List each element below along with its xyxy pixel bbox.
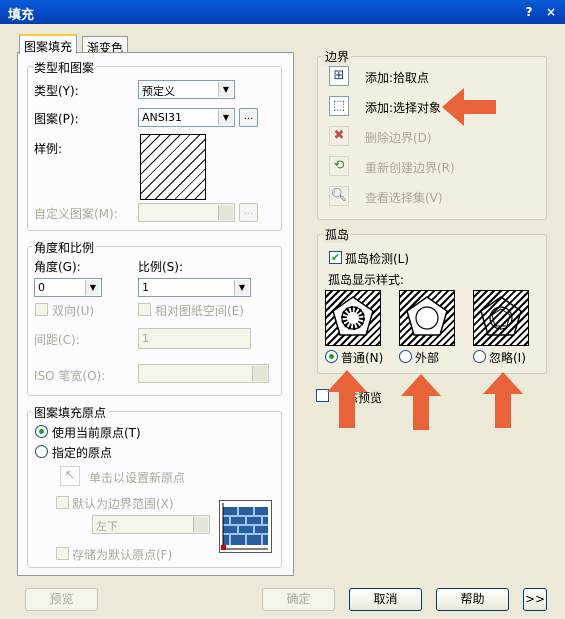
- type-select-value: 预定义: [142, 85, 175, 98]
- cursor-pick-icon: ↖: [64, 468, 76, 483]
- relative-paper-label: 相对图纸空间(E): [155, 304, 244, 318]
- island-ignore-icon: [480, 296, 522, 336]
- store-default-checkbox[interactable]: [56, 547, 69, 560]
- default-extents-label: 默认为边界范围(X): [72, 497, 174, 511]
- pick-point-button[interactable]: ⊞: [329, 66, 349, 86]
- boundaries-group-title: 边界: [323, 48, 352, 65]
- ok-button[interactable]: 确定: [262, 588, 335, 611]
- remove-boundary-button[interactable]: ✖: [329, 126, 349, 146]
- chevron-down-icon: [252, 366, 267, 381]
- scale-select[interactable]: 1 ▼: [138, 278, 251, 297]
- origin-group-title: 图案填充原点: [32, 404, 109, 421]
- island-outer-radio[interactable]: [399, 350, 412, 363]
- remove-boundary-label[interactable]: 删除边界(D): [365, 129, 432, 146]
- select-objects-label[interactable]: 添加:选择对象: [365, 99, 441, 116]
- scale-value: 1: [142, 281, 149, 294]
- island-normal-label: 普通(N): [341, 351, 384, 365]
- chevron-down-icon: ▼: [218, 82, 233, 97]
- type-select[interactable]: 预定义 ▼: [138, 80, 235, 99]
- select-objects-button[interactable]: ⬚: [329, 96, 349, 116]
- angle-label: 角度(G):: [34, 260, 81, 274]
- island-normal-radio[interactable]: [325, 350, 338, 363]
- island-outer-label: 外部: [415, 351, 440, 365]
- up-arrow-annotation-icon: [401, 374, 441, 430]
- select-objects-icon: ⬚: [332, 98, 346, 113]
- help-title-button[interactable]: ?: [520, 3, 538, 21]
- iso-pen-select[interactable]: [138, 364, 269, 383]
- recreate-boundary-icon: ⟲: [333, 158, 345, 173]
- scale-label: 比例(S):: [138, 260, 184, 274]
- spacing-label: 间距(C):: [34, 333, 80, 347]
- island-normal-image[interactable]: [325, 290, 381, 346]
- chevron-down-icon: [218, 205, 233, 220]
- window-title: 填充: [8, 8, 35, 23]
- island-outer-image[interactable]: [399, 290, 455, 346]
- view-selection-button[interactable]: 🔍︎: [329, 186, 349, 206]
- magnifier-icon: 🔍︎: [330, 188, 348, 203]
- pick-point-label[interactable]: 添加:拾取点: [365, 69, 429, 86]
- island-ignore-label: 忽略(I): [489, 351, 526, 365]
- chevron-down-icon: ▼: [234, 280, 249, 295]
- island-normal-icon: [332, 296, 374, 336]
- island-ignore-radio[interactable]: [473, 350, 486, 363]
- close-button[interactable]: ×: [542, 3, 560, 21]
- pattern-label: 图案(P):: [34, 112, 79, 126]
- type-pattern-group-title: 类型和图案: [32, 59, 97, 76]
- extents-value: 左下: [96, 520, 118, 533]
- specified-origin-label: 指定的原点: [52, 446, 113, 460]
- origin-preview-image: [219, 500, 272, 553]
- preview-button[interactable]: 预览: [25, 588, 98, 611]
- store-default-label: 存储为默认原点(F): [72, 548, 173, 562]
- custom-pattern-select[interactable]: [138, 203, 235, 222]
- chevron-down-icon: ▼: [218, 110, 233, 125]
- island-detect-checkbox[interactable]: ✔: [329, 251, 342, 264]
- specified-origin-radio[interactable]: [35, 445, 48, 458]
- tab-hatch-label: 图案填充: [24, 40, 73, 54]
- click-set-origin-label: 单击以设置新原点: [89, 471, 186, 485]
- double-checkbox[interactable]: [35, 303, 48, 316]
- island-ignore-image[interactable]: [473, 290, 529, 346]
- pattern-swatch[interactable]: [140, 134, 206, 200]
- angle-select[interactable]: 0 ▼: [34, 278, 102, 297]
- use-current-origin-radio[interactable]: [35, 425, 48, 438]
- extents-select[interactable]: 左下: [92, 515, 210, 534]
- pick-point-icon: ⊞: [333, 68, 345, 83]
- type-label: 类型(Y):: [34, 84, 79, 98]
- default-extents-checkbox[interactable]: [56, 496, 69, 509]
- click-set-origin-button[interactable]: ↖: [60, 466, 80, 486]
- title-bar: 填充 ? ×: [0, 0, 565, 24]
- recreate-boundary-button[interactable]: ⟲: [329, 156, 349, 176]
- double-label: 双向(U): [52, 304, 95, 318]
- angle-scale-group-title: 角度和比例: [32, 239, 97, 256]
- iso-pen-label: ISO 笔宽(O):: [34, 369, 106, 383]
- up-arrow-annotation-icon: [327, 370, 367, 428]
- recreate-boundary-label[interactable]: 重新创建边界(R): [365, 159, 455, 176]
- more-options-button[interactable]: >>: [523, 588, 547, 611]
- angle-value: 0: [38, 281, 45, 294]
- up-arrow-annotation-icon: [483, 372, 523, 428]
- pattern-select-value: ANSI31: [142, 111, 182, 124]
- brick-pattern-icon: [221, 503, 268, 550]
- pattern-select[interactable]: ANSI31 ▼: [138, 108, 235, 127]
- spacing-input[interactable]: 1: [138, 328, 251, 349]
- tab-hatch[interactable]: 图案填充: [19, 34, 78, 54]
- pattern-browse-button[interactable]: ...: [239, 108, 258, 127]
- remove-boundary-icon: ✖: [333, 128, 345, 143]
- chevron-down-icon: [193, 517, 208, 532]
- view-selection-label[interactable]: 查看选择集(V): [365, 189, 443, 206]
- island-outer-icon: [406, 296, 448, 336]
- custom-pattern-label: 自定义图案(M):: [34, 207, 118, 221]
- island-detect-label: 孤岛检测(L): [345, 252, 410, 266]
- island-style-label: 孤岛显示样式:: [328, 273, 405, 287]
- swatch-label: 样例:: [34, 142, 63, 156]
- help-button[interactable]: 帮助: [436, 588, 509, 611]
- relative-paper-checkbox[interactable]: [138, 303, 151, 316]
- use-current-origin-label: 使用当前原点(T): [52, 426, 141, 440]
- chevron-down-icon: ▼: [85, 280, 100, 295]
- custom-browse-button[interactable]: ...: [239, 203, 258, 222]
- cancel-button[interactable]: 取消: [349, 588, 422, 611]
- islands-group-title: 孤岛: [323, 226, 352, 243]
- left-arrow-annotation-icon: [442, 88, 496, 126]
